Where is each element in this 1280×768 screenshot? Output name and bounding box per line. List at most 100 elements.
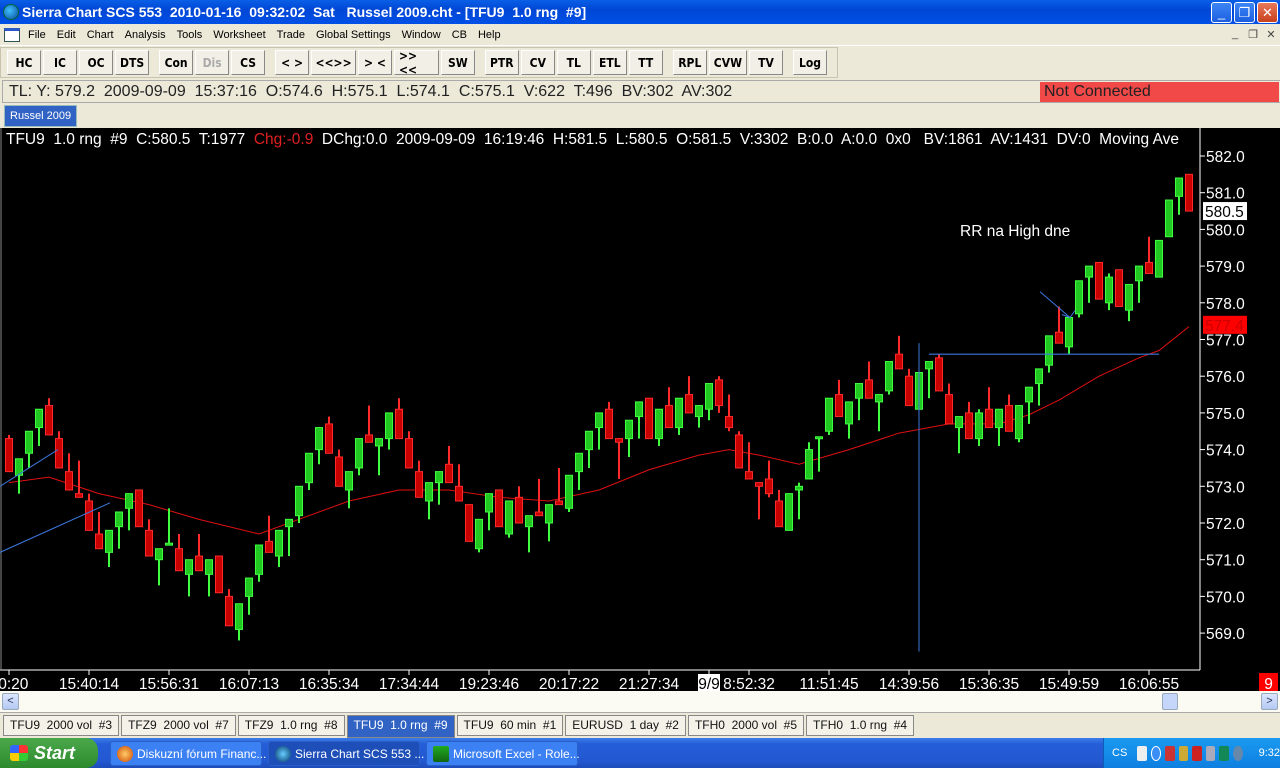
a-icon[interactable]	[1205, 745, 1216, 761]
candle-up	[795, 485, 803, 491]
candle-down	[725, 416, 733, 429]
close-button[interactable]: ✕	[1257, 2, 1278, 23]
menu-edit[interactable]: Edit	[52, 29, 82, 41]
menu-file[interactable]: File	[23, 29, 52, 41]
network-monitor-icon[interactable]	[1165, 745, 1175, 761]
menu-global-settings[interactable]: Global Settings	[311, 29, 397, 41]
chart-tab[interactable]: TFZ9 1.0 rng #8	[237, 715, 345, 736]
candle-up	[1025, 386, 1033, 403]
con-button[interactable]: Con	[159, 50, 194, 75]
menu-worksheet[interactable]: Worksheet	[208, 29, 271, 41]
scroll-left-button[interactable]: <	[2, 693, 19, 710]
chart-header-main: TFU9 1.0 rng #9 C:580.5 T:1977	[6, 131, 254, 148]
chartbook-tabs	[0, 104, 1280, 128]
zoom-out-button[interactable]: <<>>	[311, 50, 356, 75]
toolbar-group: < > <<>> > < >><< SW	[275, 49, 477, 77]
language-indicator[interactable]: CS	[1112, 747, 1127, 759]
menu-help[interactable]: Help	[473, 29, 507, 41]
candle-up	[1105, 276, 1113, 304]
scrollbar-thumb[interactable]	[1162, 693, 1178, 710]
tl-button[interactable]: TL	[556, 50, 591, 75]
chart-tab[interactable]: TFH0 2000 vol #5	[687, 715, 805, 736]
candle-up	[315, 427, 323, 451]
keyboard-icon[interactable]	[1137, 745, 1147, 761]
chart-tab[interactable]: TFU9 60 min #1	[456, 715, 564, 736]
restore-button[interactable]: ❐	[1234, 2, 1255, 23]
hc-button[interactable]: HC	[7, 50, 41, 75]
chartbook-tab-russel-2009[interactable]: Russel 2009	[4, 105, 78, 127]
chart-area[interactable]: 582.0 581.0 580.0 579.0 578.0 577.0 576.0 575.0…	[0, 128, 1280, 693]
document-icon[interactable]	[4, 27, 20, 42]
time-tick-label: 16:35:34	[299, 676, 360, 691]
price-tick-label: 582.0	[1206, 149, 1245, 166]
cv-button[interactable]: CV	[520, 50, 555, 75]
candle-down	[895, 353, 903, 370]
sierra-chart-task[interactable]: Sierra Chart SCS 553 ...	[268, 741, 424, 766]
scroll-both-button[interactable]: < >	[275, 50, 310, 75]
cvw-button[interactable]: CVW	[708, 50, 747, 75]
rpl-button[interactable]: RPL	[672, 50, 707, 75]
bug-icon[interactable]	[1178, 745, 1189, 761]
candle-down	[325, 423, 333, 454]
zoom-in-more-button[interactable]: >><<	[393, 49, 439, 77]
etl-button[interactable]: ETL	[592, 50, 627, 75]
one-icon[interactable]	[1219, 745, 1230, 761]
menu-cb[interactable]: CB	[447, 29, 473, 41]
chart-tab[interactable]: TFU9 1.0 rng #9	[346, 715, 455, 738]
candle-up	[35, 408, 43, 429]
clock: 9:32	[1258, 747, 1280, 759]
candle-down	[865, 379, 873, 399]
toolbar-group: HC IC OC DTS	[7, 50, 151, 75]
a-circle-icon[interactable]	[1233, 745, 1243, 761]
candle-up	[585, 430, 593, 451]
tt-button[interactable]: TT	[628, 50, 663, 75]
chart-tab[interactable]: TFH0 1.0 rng #4	[806, 715, 915, 736]
chart-tab[interactable]: TFZ9 2000 vol #7	[121, 715, 236, 736]
minimize-button[interactable]: _	[1211, 2, 1232, 23]
zoom-in-button[interactable]: > <	[357, 50, 392, 75]
flag-icon[interactable]	[1192, 745, 1202, 761]
horizontal-scrollbar[interactable]	[0, 691, 1280, 712]
candle-down	[765, 478, 773, 495]
title-bar: Sierra Chart SCS 553 2010-01-16 09:32:02…	[0, 0, 1280, 24]
candle-up	[125, 493, 133, 509]
toolbar-group: Con Dis CS	[159, 50, 267, 75]
dis-button[interactable]: Dis	[195, 50, 230, 75]
scroll-right-button[interactable]: >	[1261, 693, 1278, 710]
menu-window[interactable]: Window	[397, 29, 447, 41]
candle-up	[575, 452, 583, 473]
time-tick-label: 11:51:45	[799, 676, 858, 691]
chart-tab[interactable]: EURUSD 1 day #2	[565, 715, 686, 736]
candlestick-chart[interactable]: 582.0 581.0 580.0 579.0 578.0 577.0 576.0 575.0…	[0, 128, 1280, 693]
log-button[interactable]: Log	[793, 50, 827, 75]
time-tick-label: 21:27:34	[619, 676, 680, 691]
show-hidden-icons-icon[interactable]	[1150, 745, 1162, 761]
cs-button[interactable]: CS	[231, 50, 266, 75]
mdi-minimize-button[interactable]: _	[1227, 28, 1243, 43]
candle-down	[835, 394, 843, 418]
candle-down	[735, 434, 743, 469]
candle-up	[25, 430, 33, 454]
price-tick-label: 576.0	[1206, 369, 1245, 386]
ptr-button[interactable]: PTR	[484, 50, 519, 75]
ic-button[interactable]: IC	[43, 50, 77, 75]
time-tick-label: 14:39:56	[879, 676, 939, 691]
firefox-task[interactable]: Diskuzní fórum Financ...	[110, 741, 266, 766]
time-tick-label: 16:07:13	[219, 676, 279, 691]
candle-up	[875, 394, 883, 403]
menu-chart[interactable]: Chart	[82, 29, 120, 41]
menu-tools[interactable]: Tools	[172, 29, 209, 41]
mdi-restore-button[interactable]: ❐	[1245, 28, 1261, 43]
excel-task[interactable]: Microsoft Excel - Role...	[426, 741, 580, 766]
tv-button[interactable]: TV	[749, 50, 783, 75]
connection-status: Not Connected	[1040, 82, 1279, 102]
oc-button[interactable]: OC	[79, 50, 113, 75]
mdi-close-button[interactable]: ✕	[1263, 28, 1279, 43]
menu-trade[interactable]: Trade	[272, 29, 311, 41]
chart-tab[interactable]: TFU9 2000 vol #3	[3, 715, 120, 736]
dts-button[interactable]: DTS	[115, 50, 150, 75]
annotation-text: RR na High dne	[960, 223, 1070, 240]
menu-analysis[interactable]: Analysis	[120, 29, 172, 41]
sw-button[interactable]: SW	[440, 50, 475, 75]
toolbar-group: Log	[793, 50, 829, 75]
